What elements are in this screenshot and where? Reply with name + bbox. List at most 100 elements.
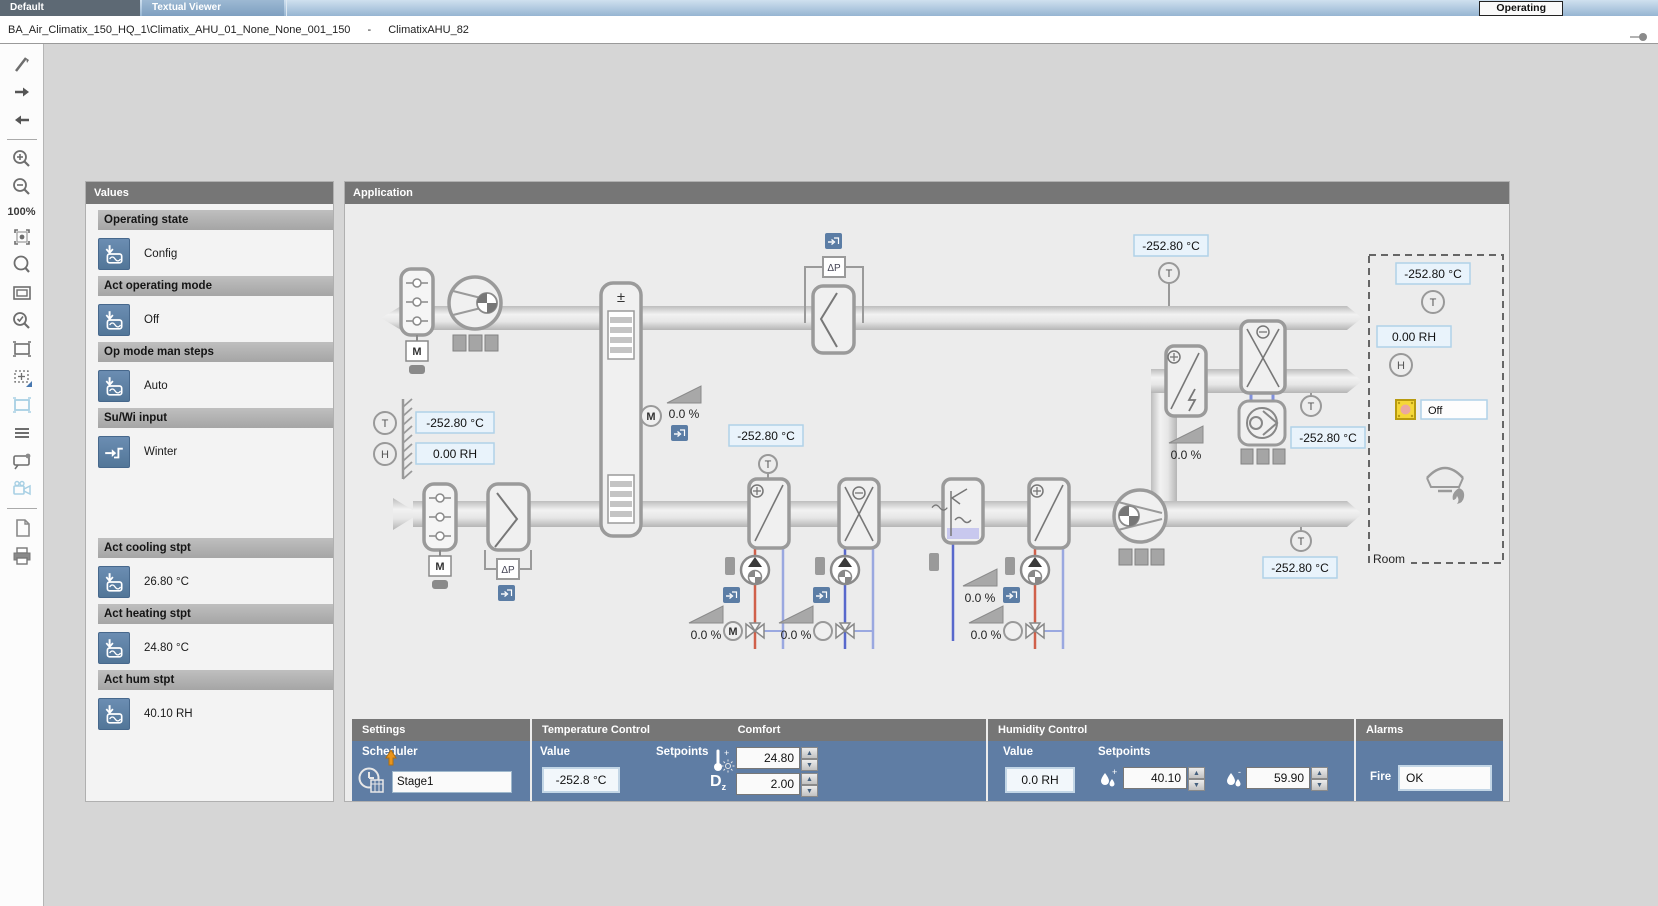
supply-fan	[1114, 490, 1166, 565]
fire-label: Fire	[1370, 771, 1391, 783]
config-icon[interactable]	[723, 587, 740, 603]
camera-icon	[9, 476, 35, 502]
select-region-icon[interactable]	[9, 336, 35, 362]
zoom-level[interactable]: 100%	[7, 206, 35, 218]
breadcrumb-device: ClimatixAHU_82	[388, 24, 469, 36]
values-list: Operating state Config Act operating mod…	[86, 204, 333, 730]
edit-pen-icon[interactable]	[9, 51, 35, 77]
extract-duct	[381, 306, 1362, 330]
section-act-cooling-stpt: Act cooling stpt	[98, 538, 333, 558]
zoom-out-icon[interactable]	[9, 174, 35, 200]
supply-duct-temp-sensor: T -252.80 °C	[1263, 527, 1337, 578]
extract-temp-sensor: T -252.80 °C	[1134, 235, 1208, 306]
application-panel: Application	[344, 181, 1510, 802]
svg-text:T: T	[1298, 536, 1305, 548]
spin-down-button[interactable]: ▼	[1188, 779, 1205, 791]
pan-view-icon[interactable]	[9, 364, 35, 390]
value-item-act-operating-mode[interactable]: Off	[98, 304, 333, 336]
layers-menu-icon[interactable]	[9, 420, 35, 446]
dead-zone-spinner: ▲▼	[736, 773, 818, 797]
tab-textual-viewer[interactable]: Textual Viewer	[142, 0, 284, 16]
config-icon[interactable]	[671, 425, 688, 441]
svg-text:-252.80 °C: -252.80 °C	[1271, 561, 1329, 575]
svg-text:H: H	[1397, 360, 1405, 372]
svg-text:0.0 %: 0.0 %	[1171, 448, 1202, 462]
tab-separator	[286, 0, 287, 16]
spin-up-button[interactable]: ▲	[801, 773, 818, 785]
svg-text:T: T	[1308, 401, 1315, 413]
zoom-in-icon[interactable]	[9, 146, 35, 172]
heating-coil-1: T -252.80 °C M 0.0 %	[689, 425, 803, 649]
humidify-icon: +	[1098, 767, 1120, 791]
value-item-act-cooling-stpt[interactable]: 26.80 °C	[98, 566, 333, 598]
config-icon[interactable]	[813, 587, 830, 603]
svg-text:T: T	[1430, 297, 1437, 309]
center-view-icon[interactable]	[9, 224, 35, 250]
section-act-hum-stpt: Act hum stpt	[98, 670, 333, 690]
svg-text:+: +	[1112, 767, 1117, 777]
setpoint-icon	[98, 698, 130, 730]
svg-text:ΔP: ΔP	[501, 565, 515, 576]
dehumidify-setpoint-input[interactable]	[1246, 767, 1310, 789]
forward-arrow-icon[interactable]	[9, 79, 35, 105]
spin-down-button[interactable]: ▼	[801, 759, 818, 771]
toolbar-divider	[7, 508, 37, 509]
breadcrumb-path: BA_Air_Climatix_150_HQ_1\Climatix_AHU_01…	[8, 24, 350, 36]
pin-icon[interactable]	[1630, 25, 1648, 53]
scheduler-input[interactable]	[392, 771, 512, 793]
config-icon[interactable]	[825, 233, 842, 249]
value-item-op-mode-man-steps[interactable]: Auto	[98, 370, 333, 402]
config-icon[interactable]	[1003, 587, 1020, 603]
svg-text:Room: Room	[1373, 552, 1405, 566]
signal-icon	[98, 436, 130, 468]
spin-up-button[interactable]: ▲	[1311, 767, 1328, 779]
config-icon[interactable]	[498, 585, 515, 601]
print-icon[interactable]	[9, 543, 35, 569]
spin-up-button[interactable]: ▲	[1188, 767, 1205, 779]
comfort-heating-icon: +	[712, 748, 736, 774]
svg-text:Off: Off	[1428, 405, 1443, 417]
svg-text:M: M	[435, 561, 444, 573]
fit-window-icon[interactable]	[9, 280, 35, 306]
toolbar-divider	[7, 139, 37, 140]
value-item-act-hum-stpt[interactable]: 40.10 RH	[98, 698, 333, 730]
dead-zone-symbol: Dz	[710, 773, 726, 792]
temperature-body: Value -252.8 °C Setpoints + ▲▼ Dz ▲▼	[532, 741, 986, 801]
comfort-setpoint-input[interactable]	[736, 747, 800, 769]
extract-fan	[449, 277, 501, 351]
svg-text:0.00 RH: 0.00 RH	[433, 447, 477, 461]
spin-up-button[interactable]: ▲	[801, 747, 818, 759]
dead-zone-input[interactable]	[736, 773, 800, 795]
value-item-su-wi-input[interactable]: Winter	[98, 436, 333, 468]
comfort-label: Comfort	[738, 719, 781, 741]
value-item-operating-state[interactable]: Config	[98, 238, 333, 270]
room-unit-button[interactable]	[1396, 400, 1415, 419]
svg-text:-252.80 °C: -252.80 °C	[1404, 267, 1462, 281]
condenser-fan	[1239, 401, 1285, 464]
tab-default[interactable]: Default	[0, 0, 140, 16]
value-item-act-heating-stpt[interactable]: 24.80 °C	[98, 632, 333, 664]
spin-down-button[interactable]: ▼	[801, 785, 818, 797]
zoom-selected-icon[interactable]	[9, 308, 35, 334]
back-arrow-icon[interactable]	[9, 107, 35, 133]
section-act-heating-stpt: Act heating stpt	[98, 604, 333, 624]
magnifier-icon[interactable]	[9, 252, 35, 278]
spin-down-button[interactable]: ▼	[1311, 779, 1328, 791]
override-arrow-icon	[385, 750, 397, 766]
svg-text:0.0 %: 0.0 %	[971, 628, 1002, 642]
annotation-icon[interactable]	[9, 448, 35, 474]
svg-text:M: M	[646, 411, 655, 423]
humidity-header: Humidity Control	[988, 719, 1354, 741]
settings-body: Scheduler	[352, 741, 530, 801]
dehumidify-icon: -	[1224, 767, 1246, 791]
region-tool-icon	[9, 392, 35, 418]
section-act-operating-mode: Act operating mode	[98, 276, 333, 296]
page-icon[interactable]	[9, 515, 35, 541]
setpoint-icon	[98, 632, 130, 664]
scheduler-clock-icon[interactable]	[357, 766, 387, 796]
svg-text:-252.80 °C: -252.80 °C	[1299, 431, 1357, 445]
operating-button[interactable]: Operating	[1479, 1, 1563, 16]
heat-recovery-drive: M 0.0 %	[641, 386, 701, 426]
svg-text:-252.80 °C: -252.80 °C	[737, 429, 795, 443]
humidify-setpoint-input[interactable]	[1123, 767, 1187, 789]
